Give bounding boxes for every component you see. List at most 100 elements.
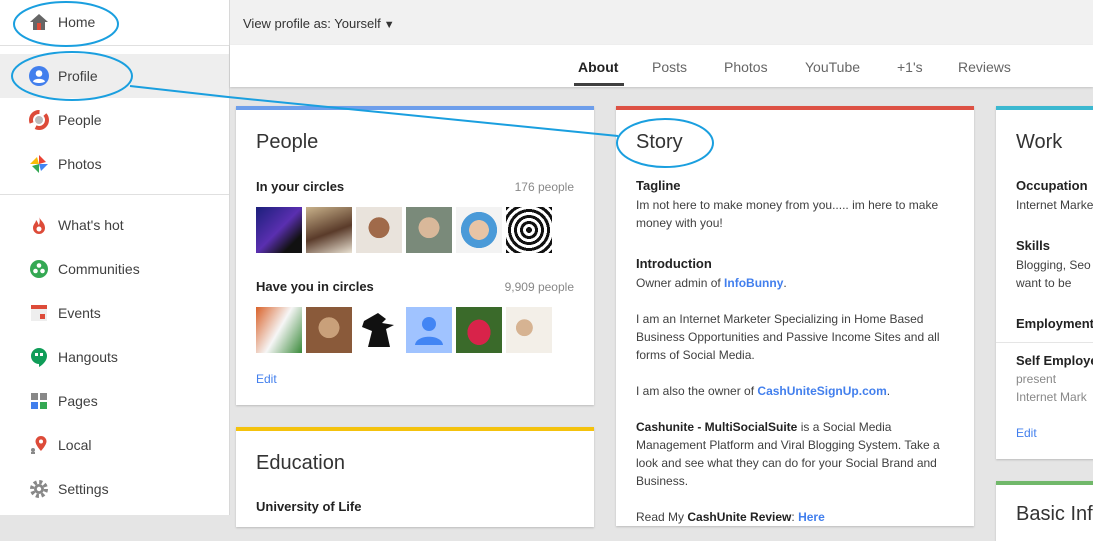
work-card: Work Occupation Internet Marke Skills Bl… [996, 106, 1093, 459]
divider [0, 45, 229, 46]
have-you-count: 9,909 people [504, 280, 574, 294]
tab-photos[interactable]: Photos [724, 59, 768, 75]
sidebar-item-label: Profile [58, 68, 98, 84]
avatar[interactable] [256, 207, 302, 253]
sidebar-item-label: Communities [58, 261, 140, 277]
sidebar-item-local[interactable]: Local [0, 423, 229, 467]
sidebar-item-profile[interactable]: Profile [0, 54, 229, 98]
photos-icon [28, 153, 50, 175]
review-here-link[interactable]: Here [798, 510, 825, 524]
tab-posts[interactable]: Posts [652, 59, 687, 75]
employment-role: Internet Mark [1016, 390, 1087, 404]
avatar[interactable] [506, 207, 552, 253]
avatar[interactable] [306, 307, 352, 353]
divider [996, 342, 1093, 343]
sidebar-item-label: Events [58, 305, 101, 321]
view-as-label: View profile as: Yourself [243, 16, 381, 31]
owner-paragraph: I am also the owner of CashUniteSignUp.c… [636, 382, 954, 400]
intro-prefix: Owner admin of [636, 276, 725, 290]
pages-icon [28, 390, 50, 412]
cashunite-paragraph: Cashunite - MultiSocialSuite is a Social… [636, 418, 954, 490]
tagline-text: Im not here to make money from you..... … [636, 198, 939, 230]
work-edit-link[interactable]: Edit [1016, 424, 1037, 442]
people-card: People In your circles 176 people Have y… [236, 106, 594, 405]
tab-youtube[interactable]: YouTube [805, 59, 860, 75]
intro-suffix: . [783, 276, 787, 290]
in-circles-label: In your circles [256, 179, 345, 194]
card-accent-bar [616, 106, 974, 110]
card-accent-bar [236, 106, 594, 110]
sidebar-item-label: People [58, 112, 102, 128]
story-card: Story Tagline Im not here to make money … [616, 106, 974, 526]
sidebar-item-home[interactable]: Home [0, 0, 229, 44]
view-as-dropdown[interactable]: View profile as: Yourself ▼ [243, 16, 395, 31]
tab-reviews[interactable]: Reviews [958, 59, 1011, 75]
tagline-label: Tagline [636, 178, 681, 193]
introduction-label: Introduction [636, 256, 712, 271]
avatar[interactable] [506, 307, 552, 353]
avatar[interactable] [356, 307, 402, 353]
skills-value-2: want to be [1016, 276, 1072, 290]
card-title: Story [636, 131, 683, 153]
tab-plus-ones[interactable]: +1's [897, 59, 923, 75]
sidebar-item-label: Settings [58, 481, 109, 497]
sidebar-item-photos[interactable]: Photos [0, 142, 229, 186]
settings-icon [28, 478, 50, 500]
tab-about[interactable]: About [578, 59, 618, 75]
sidebar-item-whats-hot[interactable]: What's hot [0, 203, 229, 247]
events-icon [28, 302, 50, 324]
tab-bar: About Posts Photos YouTube +1's Reviews [230, 45, 1093, 87]
local-icon [28, 434, 50, 456]
avatar[interactable] [256, 307, 302, 353]
skills-label: Skills [1016, 238, 1050, 253]
avatar[interactable] [456, 307, 502, 353]
sidebar-item-label: Home [58, 14, 96, 30]
review-line: Read My CashUnite Review: Here [636, 508, 954, 526]
tab-indicator [574, 83, 624, 86]
communities-icon [28, 258, 50, 280]
card-accent-bar [996, 106, 1093, 110]
avatar[interactable] [456, 207, 502, 253]
owner-prefix: I am also the owner of [636, 384, 758, 398]
school-name: University of Life [256, 499, 362, 514]
sidebar-item-label: Pages [58, 393, 98, 409]
avatar[interactable] [306, 207, 352, 253]
avatar[interactable] [356, 207, 402, 253]
hangouts-icon [28, 346, 50, 368]
whats-hot-icon [28, 214, 50, 236]
home-icon [28, 11, 50, 33]
card-accent-bar [236, 427, 594, 431]
avatar[interactable] [406, 307, 452, 353]
avatar[interactable] [406, 207, 452, 253]
cashunite-bold: Cashunite - MultiSocialSuite [636, 420, 798, 434]
education-card: Education University of Life [236, 427, 594, 527]
occupation-label: Occupation [1016, 178, 1088, 193]
card-title: People [256, 131, 319, 153]
card-title: Work [1016, 131, 1063, 153]
people-icon [28, 109, 50, 131]
cashunite-link[interactable]: CashUniteSignUp.com [757, 384, 886, 398]
sidebar-item-pages[interactable]: Pages [0, 379, 229, 423]
sidebar: Home Profile People Photos What's hot Co… [0, 0, 230, 515]
sidebar-item-label: Hangouts [58, 349, 118, 365]
have-you-label: Have you in circles [256, 279, 374, 294]
employer-name: Self Employe [1016, 353, 1093, 368]
sidebar-item-people[interactable]: People [0, 98, 229, 142]
chevron-down-icon: ▼ [383, 19, 395, 31]
sidebar-item-settings[interactable]: Settings [0, 467, 229, 511]
sidebar-item-communities[interactable]: Communities [0, 247, 229, 291]
infobunny-link[interactable]: InfoBunny [724, 276, 783, 290]
profile-icon [28, 65, 50, 87]
top-bar: View profile as: Yourself ▼ [230, 0, 1093, 45]
introduction-line: Owner admin of InfoBunny. [636, 274, 954, 292]
sidebar-item-label: Photos [58, 156, 102, 172]
employment-present: present [1016, 372, 1057, 386]
basic-info-card: Basic Inf [996, 481, 1093, 541]
people-edit-link[interactable]: Edit [256, 370, 277, 388]
sidebar-item-events[interactable]: Events [0, 291, 229, 335]
in-circles-count: 176 people [514, 180, 574, 194]
card-accent-bar [996, 481, 1093, 485]
skills-value: Blogging, Seo [1016, 258, 1091, 272]
sidebar-item-label: What's hot [58, 217, 124, 233]
sidebar-item-hangouts[interactable]: Hangouts [0, 335, 229, 379]
